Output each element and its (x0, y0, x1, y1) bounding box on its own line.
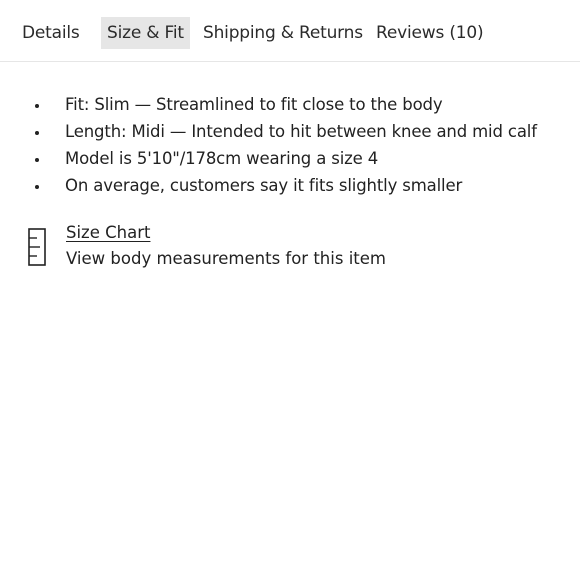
list-item: Fit: Slim — Streamlined to fit close to … (0, 91, 537, 118)
bullet-icon (35, 131, 39, 135)
customer-fit-text: On average, customers say it fits slight… (65, 176, 463, 195)
bullet-icon (35, 104, 39, 108)
bullet-icon (35, 158, 39, 162)
list-item: On average, customers say it fits slight… (0, 172, 537, 199)
length-detail-text: Length: Midi — Intended to hit between k… (65, 122, 537, 141)
model-detail-text: Model is 5'10"/178cm wearing a size 4 (65, 149, 379, 168)
tab-shipping-returns[interactable]: Shipping & Returns (203, 17, 363, 49)
size-chart-link[interactable]: Size Chart (66, 220, 150, 246)
list-item: Length: Midi — Intended to hit between k… (0, 118, 537, 145)
fit-detail-text: Fit: Slim — Streamlined to fit close to … (65, 95, 443, 114)
size-chart-description: View body measurements for this item (66, 249, 386, 268)
size-chart-section: Size Chart View body measurements for th… (0, 220, 580, 280)
tab-size-fit[interactable]: Size & Fit (101, 17, 190, 49)
tab-details[interactable]: Details (22, 17, 80, 49)
tab-reviews[interactable]: Reviews (10) (376, 17, 484, 49)
bullet-icon (35, 185, 39, 189)
ruler-icon (28, 228, 46, 266)
list-item: Model is 5'10"/178cm wearing a size 4 (0, 145, 537, 172)
product-info-tabs: Details Size & Fit Shipping & Returns Re… (0, 0, 580, 62)
fit-details-list: Fit: Slim — Streamlined to fit close to … (0, 91, 537, 199)
